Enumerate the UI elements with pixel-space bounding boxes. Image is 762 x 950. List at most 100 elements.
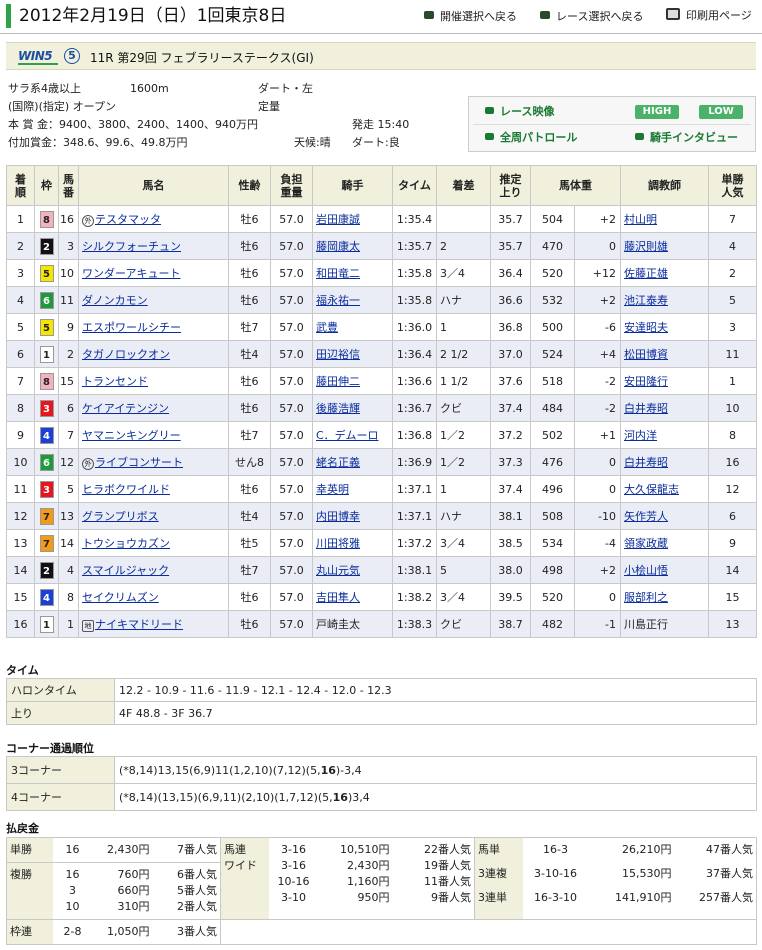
horse-name-link[interactable]: シルクフォーチュン — [82, 240, 181, 253]
page-header: 2012年2月19日（日）1回東京8日 開催選択へ戻る レース選択へ戻る 印刷用… — [0, 0, 762, 34]
horse-name-link[interactable]: ライブコンサート — [95, 456, 183, 469]
horse-name-link[interactable]: テスタマッタ — [95, 213, 161, 226]
horse-name-link[interactable]: トウショウカズン — [82, 537, 170, 550]
trainer-link[interactable]: 佐藤正雄 — [624, 267, 668, 280]
jockey-interview-link[interactable]: 騎手インタビュー — [635, 131, 738, 145]
last3f-cell: 37.4 — [490, 394, 531, 422]
jockey-cell: 田辺裕信 — [312, 340, 393, 368]
horse-name-link[interactable]: ケイアイテンジン — [82, 402, 169, 415]
horse-name-link[interactable]: ワンダーアキュート — [82, 267, 181, 280]
weight-carried-cell: 57.0 — [270, 313, 313, 341]
horse-name-link[interactable]: ヤマニンキングリー — [82, 429, 181, 442]
time-cell: 1:38.1 — [392, 556, 437, 584]
patrol-video-link[interactable]: 全周パトロール — [485, 131, 577, 145]
horse-name-link[interactable]: ナイキマドリード — [95, 618, 183, 631]
trainer-link[interactable]: 村山明 — [624, 213, 657, 226]
trainer-link[interactable]: 安田隆行 — [624, 375, 668, 388]
jockey-link[interactable]: 蛯名正義 — [316, 456, 360, 469]
trainer-link[interactable]: 領家政蔵 — [624, 537, 668, 550]
jockey-link[interactable]: 岩田康誠 — [316, 213, 360, 226]
trainer-link[interactable]: 河内洋 — [624, 429, 657, 442]
horse-name-link[interactable]: エスポワールシチー — [82, 321, 181, 334]
corner3-label: 3コーナー — [6, 756, 115, 784]
media-panel: レース映像 HIGH LOW 全周パトロール 騎手インタビュー — [468, 96, 756, 152]
body-weight-diff-cell: -1 — [574, 610, 621, 638]
horse-name-cell: エスポワールシチー — [78, 313, 229, 341]
jockey-link[interactable]: 幸英明 — [316, 483, 349, 496]
trainer-link[interactable]: 大久保龍志 — [624, 483, 679, 496]
waku-cell: 4 — [34, 421, 59, 449]
trainer-link[interactable]: 矢作芳人 — [624, 510, 668, 523]
horse-name-cell: セイクリムズン — [78, 583, 229, 611]
trainer-link[interactable]: 白井寿昭 — [624, 456, 668, 469]
trainer-link[interactable]: 藤沢則雄 — [624, 240, 668, 253]
horse-name-link[interactable]: タガノロックオン — [82, 348, 170, 361]
wakuren-combo: 2-8 — [52, 919, 93, 945]
jockey-link[interactable]: 武豊 — [316, 321, 338, 334]
body-weight-diff-cell: 0 — [574, 475, 621, 503]
rank-cell: 12 — [6, 502, 35, 530]
trainer-link[interactable]: 服部利之 — [624, 591, 668, 604]
corner-table: 3コーナー (*8,14)13,15(6,9)11(1,2,10)(7,12)(… — [6, 756, 757, 811]
video-icon — [485, 107, 494, 114]
table-row: 7 8 15 トランセンド 牡6 57.0 藤田伸二 1:36.6 1 1/2 37.6 518 -2… — [6, 367, 757, 395]
jockey-cell: 福永祐一 — [312, 286, 393, 314]
horse-number-cell: 11 — [58, 286, 79, 314]
horse-number-cell: 2 — [58, 340, 79, 368]
jockey-link[interactable]: 川田将雅 — [316, 537, 360, 550]
trainer-cell: 河内洋 — [620, 421, 709, 449]
back-to-meeting-link[interactable]: 開催選択へ戻る — [424, 10, 517, 24]
umaren-wide-label: 馬連 ワイド — [220, 837, 269, 920]
jockey-link[interactable]: 吉田隼人 — [316, 591, 360, 604]
margin-cell: 1 — [436, 475, 491, 503]
horse-name-link[interactable]: ダノンカモン — [82, 294, 148, 307]
horse-name-link[interactable]: セイクリムズン — [82, 591, 159, 604]
back-to-race-link[interactable]: レース選択へ戻る — [540, 10, 643, 24]
trainer-link[interactable]: 小桧山悟 — [624, 564, 668, 577]
video-icon — [485, 133, 494, 140]
horse-origin-mark-icon: 外 — [82, 458, 94, 470]
sex-age-cell: 牡6 — [228, 286, 271, 314]
jockey-link[interactable]: 藤田伸二 — [316, 375, 360, 388]
horse-name-link[interactable]: グランプリボス — [82, 510, 159, 523]
jockey-link[interactable]: 後藤浩輝 — [316, 402, 360, 415]
jockey-link[interactable]: 田辺裕信 — [316, 348, 360, 361]
jockey-link[interactable]: 和田竜二 — [316, 267, 360, 280]
print-page-link[interactable]: 印刷用ページ — [666, 8, 752, 22]
table-row: 4 6 11 ダノンカモン 牡6 57.0 福永祐一 1:35.8 ハナ 36.6 532 +2 池江泰… — [6, 286, 757, 314]
margin-cell: 1 — [436, 313, 491, 341]
sex-age-cell: 牡7 — [228, 421, 271, 449]
horse-name-link[interactable]: スマイルジャック — [82, 564, 169, 577]
jockey-cell: 丸山元気 — [312, 556, 393, 584]
table-row: 8 3 6 ケイアイテンジン 牡6 57.0 後藤浩輝 1:36.7 クビ 37.4 484 -2 白井… — [6, 394, 757, 422]
trainer-link[interactable]: 池江泰寿 — [624, 294, 668, 307]
jockey-link[interactable]: 内田博幸 — [316, 510, 360, 523]
umatan-sanren-label: 馬単 3連複 3連単 — [474, 837, 523, 920]
trainer-link[interactable]: 白井寿昭 — [624, 402, 668, 415]
jockey-link[interactable]: 丸山元気 — [316, 564, 360, 577]
last3f-cell: 38.5 — [490, 529, 531, 557]
video-low-button[interactable]: LOW — [699, 105, 743, 119]
sex-age-cell: 牡7 — [228, 313, 271, 341]
table-row: 15 4 8 セイクリムズン 牡6 57.0 吉田隼人 1:38.2 3／4 39.5 520 0 服部… — [6, 583, 757, 611]
wakuren-pop: 3番人気 — [152, 919, 221, 945]
jockey-link[interactable]: 福永祐一 — [316, 294, 360, 307]
trainer-link[interactable]: 安達昭夫 — [624, 321, 668, 334]
rank-cell: 11 — [6, 475, 35, 503]
horse-name-link[interactable]: ヒラボクワイルド — [82, 483, 170, 496]
trainer-link[interactable]: 松田博資 — [624, 348, 668, 361]
weight-carried-cell: 57.0 — [270, 367, 313, 395]
horse-name-link[interactable]: トランセンド — [82, 375, 148, 388]
jockey-link[interactable]: 藤岡康太 — [316, 240, 360, 253]
last3f-cell: 36.4 — [490, 259, 531, 287]
video-high-button[interactable]: HIGH — [635, 105, 679, 119]
prize-money: 本 賞 金：9400、3800、2400、1400、940万円 — [8, 118, 258, 131]
corner-section-title: コーナー通過順位 — [6, 742, 94, 755]
col-weight: 負担 重量 — [270, 165, 313, 206]
last3f-cell: 35.7 — [490, 205, 531, 233]
race-distance: 1600m — [130, 82, 169, 95]
body-weight-cell: 484 — [530, 394, 575, 422]
results-table: 着順 枠 馬番 馬名 性齢 負担 重量 騎手 タイム 着差 推定 上り 馬体重 調教… — [6, 165, 757, 638]
waku-cell: 5 — [34, 313, 59, 341]
jockey-link[interactable]: C．デムーロ — [316, 429, 378, 442]
